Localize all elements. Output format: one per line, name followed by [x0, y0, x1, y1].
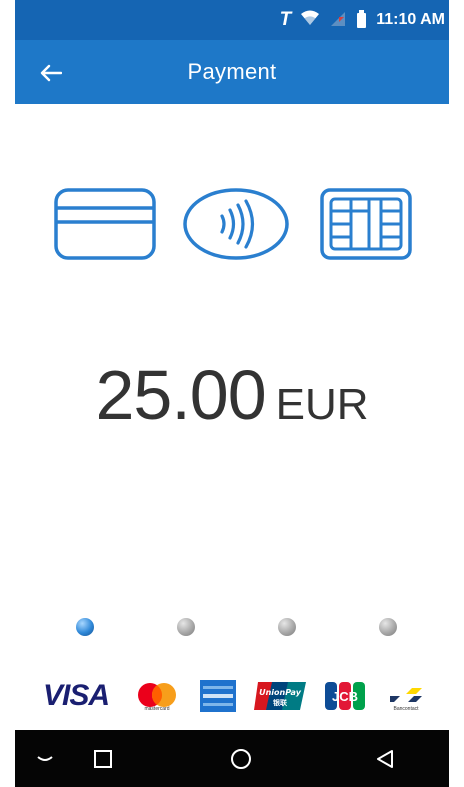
progress-dot: [76, 618, 94, 636]
signal-icon: [329, 9, 347, 32]
back-icon: [377, 749, 393, 768]
progress-dot: [278, 618, 296, 636]
unionpay-logo: UnionPay 银联: [253, 672, 307, 720]
home-icon: [231, 748, 251, 769]
magstripe-card-icon: [53, 186, 157, 267]
payment-screen: T 11:10 AM Payment 25.00 EUR VISA master…: [15, 0, 449, 787]
unionpay-cn-text: 银联: [273, 698, 288, 707]
system-nav-bar: [15, 730, 449, 787]
nav-home-button[interactable]: [211, 730, 271, 787]
battery-icon: [357, 9, 367, 28]
mastercard-logo: mastercard: [133, 672, 181, 720]
payment-amount: 25.00 EUR: [15, 355, 449, 435]
nav-back-button[interactable]: [355, 730, 415, 787]
contactless-icon: [182, 186, 290, 267]
visa-text: VISA: [42, 679, 110, 712]
nav-recents-button[interactable]: [73, 730, 133, 787]
progress-dot: [177, 618, 195, 636]
status-icons: T 11:10 AM: [280, 0, 445, 40]
amount-value: 25.00: [95, 356, 266, 434]
accepted-brands: VISA mastercard UnionPay 银联 JCB Banconta…: [15, 672, 449, 720]
back-button[interactable]: [35, 57, 67, 89]
page-title: Payment: [187, 59, 277, 84]
bancontact-logo: Bancontact: [383, 672, 429, 720]
status-time: 11:10 AM: [376, 11, 445, 28]
jcb-logo: JCB: [323, 672, 367, 720]
chip-card-icon: [319, 186, 413, 267]
amex-logo: [199, 672, 237, 720]
progress-indicator: [15, 618, 449, 638]
mastercard-text: mastercard: [144, 706, 170, 712]
visa-logo: VISA: [35, 672, 117, 720]
status-bar: T 11:10 AM: [15, 0, 449, 40]
collapse-icon: [37, 755, 53, 761]
app-bar: Payment: [15, 40, 449, 104]
payment-methods: [53, 186, 415, 266]
arrow-left-icon: [40, 64, 62, 82]
progress-dot: [379, 618, 397, 636]
amount-currency: EUR: [275, 380, 369, 429]
carrier-logo: T: [279, 9, 292, 30]
wifi-icon: [301, 10, 320, 31]
unionpay-text: UnionPay: [259, 688, 302, 697]
recents-icon: [94, 749, 112, 768]
bancontact-text: Bancontact: [393, 706, 419, 712]
jcb-text: JCB: [332, 689, 358, 704]
nav-collapse-button[interactable]: [15, 730, 75, 787]
